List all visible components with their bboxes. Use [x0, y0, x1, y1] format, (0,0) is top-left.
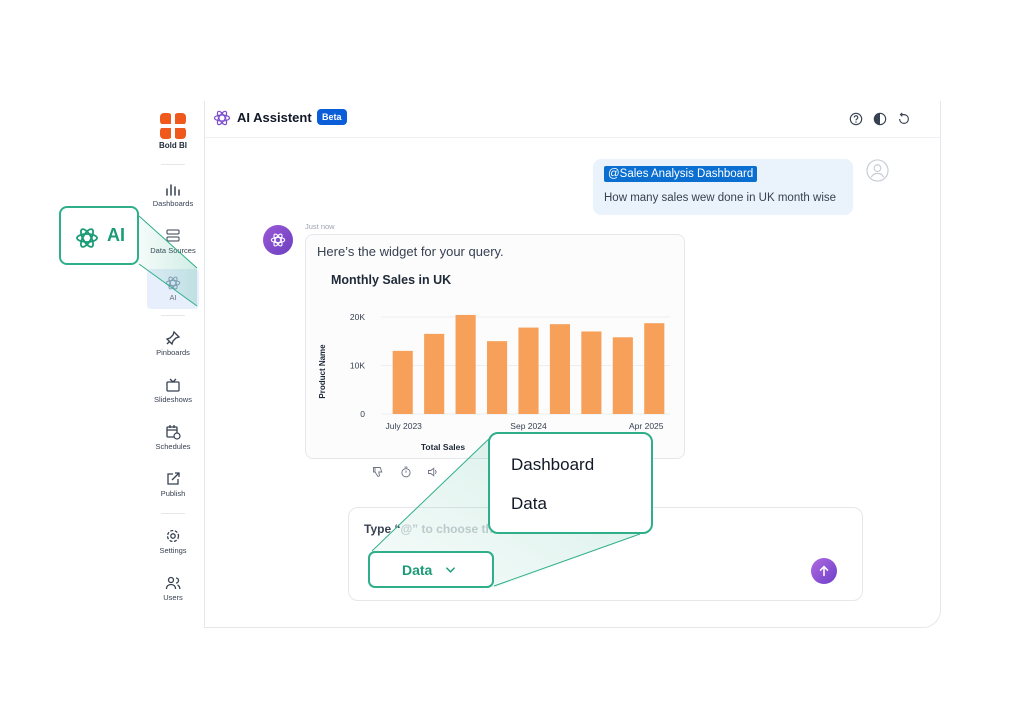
menu-item-dashboard[interactable]: Dashboard — [511, 455, 594, 475]
bold-bi-logo-icon[interactable] — [160, 113, 186, 139]
sidebar-item-schedules[interactable]: Schedules — [147, 418, 199, 458]
sidebar-item-users[interactable]: Users — [147, 569, 199, 609]
chevron-down-icon — [446, 567, 455, 573]
x-axis-title: Total Sales — [421, 442, 466, 452]
user-message-bubble: @Sales Analysis Dashboard How many sales… — [593, 159, 853, 215]
bot-avatar — [263, 225, 293, 255]
help-icon[interactable] — [849, 112, 863, 126]
sidebar-divider — [161, 164, 185, 165]
y-tick-label: 10K — [350, 360, 365, 370]
x-tick-label: Apr 2025 — [629, 421, 664, 431]
chart-title: Monthly Sales in UK — [331, 273, 452, 287]
bar — [455, 314, 476, 414]
sidebar-item-publish[interactable]: Publish — [147, 465, 199, 505]
bar — [518, 327, 539, 414]
tv-icon — [166, 378, 180, 392]
menu-item-data[interactable]: Data — [511, 494, 547, 514]
reset-icon[interactable] — [897, 112, 911, 126]
composer-placeholder: Type “@” to choose th — [364, 522, 493, 536]
atom-icon — [270, 233, 286, 247]
sidebar-item-label: AI — [169, 293, 177, 302]
y-axis-title: Product Name — [318, 344, 327, 399]
bar — [549, 324, 571, 414]
x-tick-label: Sep 2024 — [510, 421, 547, 431]
atom-icon — [165, 276, 181, 290]
y-tick-label: 20K — [350, 312, 365, 322]
send-button[interactable] — [811, 558, 837, 584]
sidebar-item-label: Data Sources — [150, 246, 196, 255]
speaker-icon[interactable] — [427, 466, 439, 478]
timer-icon[interactable] — [400, 466, 412, 478]
sidebar-item-label: Publish — [160, 489, 186, 498]
pin-icon — [165, 330, 181, 346]
sidebar-item-data-sources[interactable]: Data Sources — [147, 222, 199, 262]
sidebar-item-slideshows[interactable]: Slideshows — [147, 371, 199, 411]
sidebar: Bold BI Dashboards Data Sources AI Pinbo… — [141, 101, 205, 628]
placeholder-start: Type “ — [364, 522, 401, 536]
bot-message-text: Here’s the widget for your query. — [317, 244, 504, 259]
ai-callout: AI — [59, 206, 139, 265]
bar-chart-icon — [166, 184, 180, 196]
sidebar-divider — [161, 513, 185, 514]
ai-callout-label: AI — [107, 225, 125, 245]
bar — [581, 331, 602, 414]
gear-icon — [166, 529, 180, 543]
y-tick-label: 0 — [360, 409, 365, 419]
bar — [486, 341, 508, 414]
sidebar-item-ai[interactable]: AI — [147, 269, 199, 309]
source-type-select[interactable]: Data — [368, 551, 494, 588]
sidebar-item-label: Schedules — [155, 442, 191, 451]
user-message-text: How many sales wew done in UK month wise — [604, 192, 837, 204]
page-title: AI Assistent — [237, 110, 312, 125]
widget-card: Here’s the widget for your query. Monthl… — [305, 234, 685, 459]
sidebar-item-label: Settings — [159, 546, 187, 555]
bar — [424, 333, 445, 414]
assistant-header: AI Assistent Beta — [205, 101, 941, 138]
bar — [644, 323, 665, 414]
server-icon — [166, 229, 180, 242]
brand-name: Bold BI — [159, 141, 187, 150]
users-icon — [165, 576, 181, 590]
sidebar-divider — [161, 315, 185, 316]
source-type-menu: Dashboard Data — [488, 432, 653, 534]
sidebar-item-settings[interactable]: Settings — [147, 522, 199, 562]
calendar-clock-icon — [166, 425, 181, 440]
user-avatar-icon — [866, 159, 889, 182]
sidebar-item-dashboards[interactable]: Dashboards — [147, 175, 199, 215]
dashboard-mention[interactable]: @Sales Analysis Dashboard — [604, 166, 758, 182]
bar — [612, 337, 633, 414]
x-tick-label: July 2023 — [386, 421, 423, 431]
sidebar-item-label: Users — [163, 593, 183, 602]
thumbs-down-icon[interactable] — [372, 466, 384, 478]
theme-icon[interactable] — [873, 112, 887, 126]
message-timestamp: Just now — [305, 222, 335, 231]
atom-icon — [213, 110, 231, 126]
bar — [392, 350, 413, 414]
beta-badge: Beta — [317, 109, 347, 125]
sidebar-item-label: Dashboards — [152, 199, 194, 208]
select-value: Data — [402, 562, 433, 578]
atom-icon — [76, 228, 98, 248]
sidebar-item-pinboards[interactable]: Pinboards — [147, 324, 199, 364]
arrow-up-icon — [819, 565, 829, 577]
publish-icon — [167, 472, 180, 485]
sidebar-item-label: Slideshows — [154, 395, 192, 404]
placeholder-rest: @” to choose th — [400, 522, 493, 536]
sidebar-item-label: Pinboards — [156, 348, 190, 357]
